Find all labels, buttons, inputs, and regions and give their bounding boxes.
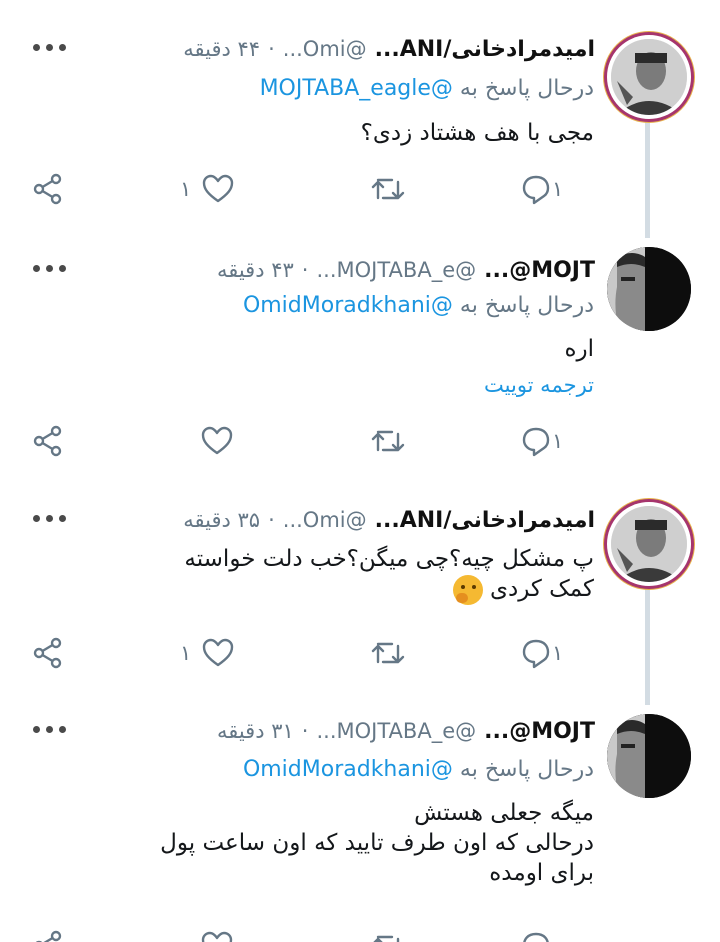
translate-tweet-link[interactable]: ترجمه توییت [484, 373, 594, 397]
reply-icon [522, 175, 550, 205]
like-count: ۱ [180, 177, 192, 201]
retweet-icon [371, 430, 405, 452]
tweet-text-line: درحالی که اون طرف تایید که اون ساعت پول [160, 830, 594, 856]
share-icon [35, 930, 62, 942]
retweet-button[interactable] [370, 633, 406, 673]
like-button[interactable]: ۱ [180, 633, 235, 673]
thinking-face-emoji-icon [452, 574, 483, 605]
user-handle[interactable]: @MOJTABA_e... [316, 258, 476, 282]
retweet-icon [373, 935, 400, 942]
tweet[interactable]: امیدمرادخانی/ANI... @Omi... · ۴۴ دقیقه د… [0, 0, 720, 235]
tweet-header: MOJT@... @MOJTABA_e... · ۴۳ دقیقه [30, 253, 595, 287]
heart-icon [203, 638, 234, 667]
reply-prefix: درحال پاسخ به [459, 757, 594, 782]
tweet-text: پ مشکل چیه؟چی میگن؟خب دلت خواسته کمک کرد… [34, 544, 594, 605]
share-button[interactable] [32, 421, 64, 461]
share-icon [33, 425, 62, 457]
reply-mention-link[interactable]: @OmidMoradkhani [243, 293, 453, 318]
timestamp[interactable]: ۳۵ دقیقه [183, 508, 260, 532]
timestamp[interactable]: ۳۱ دقیقه [217, 719, 294, 743]
heart-icon [201, 931, 233, 942]
reply-button[interactable]: ۱ [520, 421, 571, 461]
share-icon [33, 173, 62, 205]
retweet-button[interactable] [370, 421, 406, 461]
reply-icon [522, 639, 550, 669]
tweet-text-line: اره [564, 336, 594, 362]
reply-count: ۱ [552, 429, 564, 453]
reply-mention-link[interactable]: @MOJTABA_eagle [260, 76, 453, 101]
tweet-header: امیدمرادخانی/ANI... @Omi... · ۴۴ دقیقه [30, 32, 595, 66]
separator-dot: · [301, 719, 309, 743]
replying-to: درحال پاسخ به @MOJTABA_eagle [260, 76, 594, 101]
avatar[interactable] [607, 502, 691, 586]
tweet-actions: ۱ [0, 421, 600, 461]
reply-button[interactable]: ۱ [520, 169, 571, 209]
heart-icon [203, 174, 234, 203]
like-button[interactable]: ۱ [180, 169, 235, 209]
share-button[interactable] [32, 926, 64, 942]
display-name[interactable]: امیدمرادخانی/ANI... [375, 508, 595, 533]
user-handle[interactable]: @Omi... [283, 508, 367, 532]
reply-prefix: درحال پاسخ به [459, 293, 594, 318]
like-button[interactable] [200, 421, 234, 461]
reply-button[interactable] [520, 926, 552, 942]
user-handle[interactable]: @MOJTABA_e... [316, 719, 476, 743]
like-button[interactable] [200, 926, 234, 942]
tweet-text-line: میگه جعلی هستش [414, 800, 594, 826]
tweet-text-line: پ مشکل چیه؟چی میگن؟خب دلت خواسته [184, 546, 594, 572]
more-options-icon[interactable] [33, 726, 67, 736]
share-button[interactable] [32, 633, 64, 673]
reply-button[interactable]: ۱ [520, 633, 571, 673]
avatar[interactable] [607, 247, 691, 331]
tweet-actions: ۱ ۱ [0, 633, 600, 673]
user-handle[interactable]: @Omi... [283, 37, 367, 61]
retweet-icon [371, 642, 405, 664]
tweet-text-line: کمک کردی [34, 574, 594, 605]
separator-dot: · [301, 258, 309, 282]
avatar[interactable] [607, 714, 691, 798]
display-name[interactable]: امیدمرادخانی/ANI... [375, 37, 595, 62]
more-options-icon[interactable] [33, 515, 67, 525]
share-button[interactable] [32, 169, 64, 209]
tweet[interactable]: امیدمرادخانی/ANI... @Omi... · ۳۵ دقیقه پ… [0, 480, 720, 700]
tweet-header: امیدمرادخانی/ANI... @Omi... · ۳۵ دقیقه [30, 503, 595, 537]
replying-to: درحال پاسخ به @OmidMoradkhani [243, 293, 594, 318]
retweet-button[interactable] [370, 926, 406, 942]
like-count: ۱ [180, 641, 192, 665]
tweet[interactable]: MOJT@... @MOJTABA_e... · ۴۳ دقیقه درحال … [0, 235, 720, 480]
tweet-text: اره [34, 334, 594, 364]
replying-to: درحال پاسخ به @OmidMoradkhani [243, 757, 594, 782]
heart-icon [201, 426, 233, 455]
separator-dot: · [268, 508, 275, 532]
reply-count: ۱ [552, 177, 564, 201]
display-name[interactable]: MOJT@... [484, 258, 595, 283]
avatar[interactable] [607, 35, 691, 119]
reply-prefix: درحال پاسخ به [459, 76, 594, 101]
more-options-icon[interactable] [33, 44, 67, 54]
display-name[interactable]: MOJT@... [484, 719, 595, 744]
share-icon [33, 637, 62, 669]
tweet-text-line: مجی با هف هشتاد زدی؟ [360, 120, 594, 146]
tweet-text: مجی با هف هشتاد زدی؟ [34, 118, 594, 148]
timestamp[interactable]: ۴۴ دقیقه [183, 37, 260, 61]
more-options-icon[interactable] [33, 265, 67, 275]
reply-icon [523, 932, 549, 942]
reply-icon [522, 427, 550, 457]
tweet-header: MOJT@... @MOJTABA_e... · ۳۱ دقیقه [30, 714, 595, 748]
tweet-actions [0, 926, 600, 942]
tweet[interactable]: MOJT@... @MOJTABA_e... · ۳۱ دقیقه درحال … [0, 700, 720, 942]
retweet-icon [371, 178, 405, 200]
tweet-text: میگه جعلی هستش درحالی که اون طرف تایید ک… [34, 798, 594, 888]
tweet-actions: ۱ ۱ [0, 169, 600, 209]
reply-mention-link[interactable]: @OmidMoradkhani [243, 757, 453, 782]
tweet-text-line: برای اومده [489, 860, 594, 886]
reply-count: ۱ [552, 641, 564, 665]
timestamp[interactable]: ۴۳ دقیقه [217, 258, 294, 282]
separator-dot: · [268, 37, 275, 61]
retweet-button[interactable] [370, 169, 406, 209]
